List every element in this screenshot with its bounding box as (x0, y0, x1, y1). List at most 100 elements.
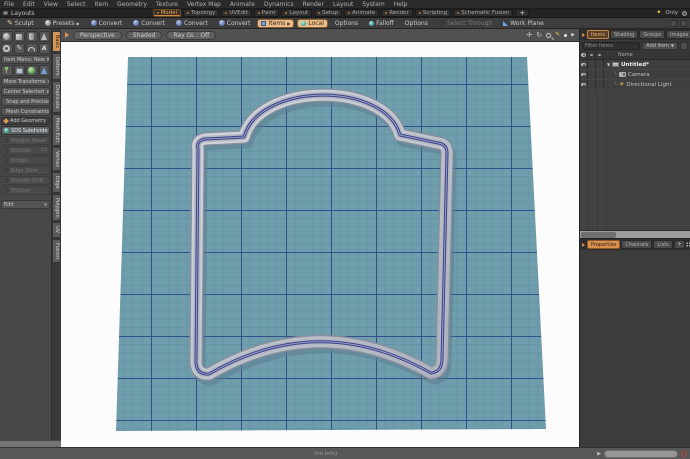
raygl-dropdown[interactable]: Ray GL : Off (166, 30, 217, 40)
menu-vertex-map[interactable]: Vertex Map (187, 1, 221, 8)
more-transforms-dropdown[interactable]: More Transforms▼ (1, 77, 50, 86)
torus-primitive-button[interactable] (1, 43, 13, 54)
render-toggle[interactable] (596, 70, 604, 79)
menu-select[interactable]: Select (67, 1, 86, 8)
filter-items-input[interactable]: Filter Items (582, 41, 641, 50)
tab-items[interactable]: Items (587, 30, 609, 39)
layout-tab-scripting[interactable]: Scripting (414, 9, 452, 17)
menu-dynamics[interactable]: Dynamics (264, 1, 294, 8)
tab-vertex[interactable]: Vertex (52, 147, 61, 172)
alert-icon[interactable] (681, 450, 687, 457)
items-mode-button[interactable]: Items ▶ (257, 18, 295, 28)
visibility-toggle[interactable] (580, 60, 588, 69)
light-item-button[interactable] (38, 65, 50, 76)
zoom-icon[interactable] (546, 32, 552, 38)
item-list-empty-area[interactable] (580, 90, 690, 230)
polygon-bevel-button[interactable]: Polygon Bevel⇧B (1, 136, 50, 145)
layout-tab-model[interactable]: Model (152, 9, 182, 17)
menu-file[interactable]: File (4, 1, 14, 8)
toolbar-extra-icon[interactable] (670, 19, 677, 27)
curve-pen-button[interactable]: ✎ (13, 43, 25, 54)
add-layout-tab-button[interactable]: + (515, 9, 530, 17)
layout-tab-schematic-fusion[interactable]: Schematic Fusion (453, 9, 514, 17)
tab-deform[interactable]: Deform (52, 53, 61, 80)
item-list-scrollbar[interactable] (580, 230, 690, 238)
snap-precision-button[interactable]: Snap and Precision (1, 97, 50, 106)
layout-tab-layout[interactable]: Layout (281, 9, 313, 17)
projection-dropdown[interactable]: Perspective (73, 30, 122, 40)
sds-subdivide-button[interactable]: SDS Subdivide⇧D (1, 126, 50, 135)
star-icon[interactable]: ✦ (656, 10, 661, 16)
only-toggle[interactable]: Only (665, 10, 678, 16)
convert-button-2[interactable]: Convert (129, 19, 169, 28)
shading-dropdown[interactable]: Shaded (125, 30, 163, 40)
convert-button-1[interactable]: Convert (87, 19, 127, 28)
viewport-menu-icon[interactable] (65, 32, 69, 38)
lock-toggle[interactable] (588, 80, 596, 89)
item-menu-dropdown[interactable]: Item Menu: New Item▼ (1, 55, 50, 64)
work-plane-button[interactable]: Work Plane (499, 19, 548, 28)
expander-icon[interactable]: ▼ (607, 62, 610, 67)
viewport-canvas[interactable] (61, 42, 579, 447)
menu-help[interactable]: Help (394, 1, 408, 8)
image-item-button[interactable] (13, 65, 25, 76)
visibility-toggle[interactable] (580, 70, 588, 79)
tab-mesh-edit[interactable]: Mesh Edit (52, 113, 61, 147)
tab-fusion[interactable]: Fusion (52, 238, 61, 263)
pan-icon[interactable]: ✛ (526, 31, 532, 39)
item-row-mesh[interactable]: ▼ Untitled* (580, 60, 690, 70)
cylinder-primitive-button[interactable] (26, 31, 38, 42)
item-row-camera[interactable]: └ Camera (580, 70, 690, 80)
render-toggle[interactable] (596, 60, 604, 69)
tab-properties[interactable]: Properties (587, 240, 621, 249)
text-tool-button[interactable]: A (38, 43, 50, 54)
options-button-2[interactable]: Options (401, 19, 432, 28)
menu-texture[interactable]: Texture (156, 1, 178, 8)
list-options-button[interactable] (680, 41, 688, 50)
layout-tab-topology[interactable]: Topology (183, 9, 220, 17)
skeleton-item-button[interactable] (1, 65, 13, 76)
edit-dropdown[interactable]: Edit ▼ (1, 200, 50, 209)
layout-tab-animate[interactable]: Animate (344, 9, 380, 17)
convert-button-3[interactable]: Convert (172, 19, 212, 28)
smooth-shift-button[interactable]: Smooth Shift (1, 176, 50, 185)
menu-item[interactable]: Item (94, 1, 108, 8)
add-item-button[interactable]: Add Item ▼ (642, 41, 678, 50)
viewport-canvas-area[interactable] (61, 42, 579, 447)
extrude-button[interactable]: Extrude ⇧X (1, 146, 50, 155)
cube-primitive-button[interactable] (13, 31, 25, 42)
tab-channels[interactable]: Channels (621, 240, 653, 249)
orbit-icon[interactable]: ↻ (536, 31, 542, 39)
menu-view[interactable]: View (44, 1, 58, 8)
command-input[interactable] (604, 449, 678, 458)
menu-render[interactable]: Render (303, 1, 324, 8)
select-through-button[interactable]: Select Through (435, 19, 496, 28)
gear-icon[interactable] (682, 10, 687, 16)
menu-system[interactable]: System (362, 1, 384, 8)
render-toggle[interactable] (596, 80, 604, 89)
menu-geometry[interactable]: Geometry (117, 1, 147, 8)
lock-toggle[interactable] (588, 70, 596, 79)
options-button-1[interactable]: Options (331, 19, 362, 28)
convert-button-4[interactable]: Convert (215, 19, 255, 28)
scrollbar-thumb[interactable] (581, 231, 616, 238)
panel-menu-icon[interactable] (582, 242, 585, 247)
cone-primitive-button[interactable] (38, 31, 50, 42)
locator-item-button[interactable] (26, 65, 38, 76)
edge-slice-button[interactable]: Edge Slice (1, 166, 50, 175)
tab-edge[interactable]: Edge (52, 172, 61, 193)
toolbar-extra-icon[interactable] (680, 19, 687, 27)
sphere-primitive-button[interactable] (1, 31, 13, 42)
thicken-button[interactable]: Thicken (1, 186, 50, 195)
local-mode-button[interactable]: Local (297, 18, 328, 28)
panel-menu-icon[interactable] (582, 32, 585, 37)
layout-tab-paint[interactable]: Paint (253, 9, 280, 17)
tab-duplicate[interactable]: Duplicate (52, 80, 61, 113)
item-row-directional-light[interactable]: └ ☀ Directional Light (580, 80, 690, 90)
expand-icon[interactable]: ▶ (571, 32, 575, 38)
layout-tab-setup[interactable]: Setup (314, 9, 343, 17)
draw-icon[interactable]: ✎ (555, 32, 560, 38)
arc-tool-button[interactable] (26, 43, 38, 54)
center-selected-dropdown[interactable]: Center Selected ▼ (1, 87, 50, 96)
tab-groups[interactable]: Groups (639, 30, 666, 39)
